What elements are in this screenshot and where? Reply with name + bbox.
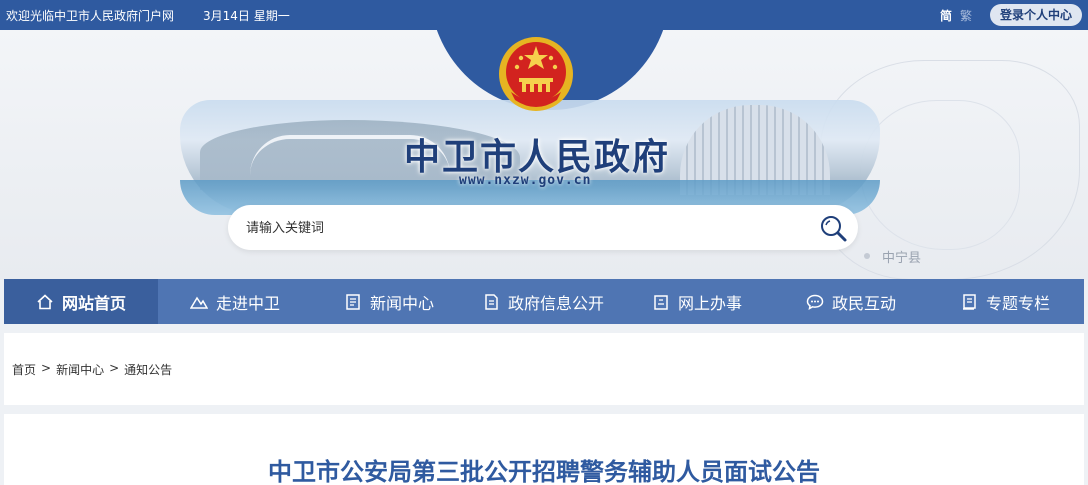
breadcrumb-home-link[interactable]: 首页 (12, 361, 36, 378)
search-box (228, 205, 858, 250)
book-icon (962, 293, 976, 310)
banner: 中宁县 中卫市人民政府 www.nxzw.gov.cn (0, 30, 1088, 280)
breadcrumb-news-link[interactable]: 新闻中心 (56, 361, 104, 378)
date-text: 3月14日 星期一 (203, 9, 290, 23)
nav-item-home[interactable]: 网站首页 (4, 279, 158, 324)
document-icon (485, 293, 498, 310)
nav-item-label: 政府信息公开 (507, 293, 604, 313)
nav-item-online-service[interactable]: 网上办事 (620, 279, 774, 324)
login-button[interactable]: 登录个人中心 (990, 4, 1082, 26)
breadcrumb-container: 首页 > 新闻中心 > 通知公告 (4, 333, 1084, 405)
nav-item-interaction[interactable]: 政民互动 (774, 279, 928, 324)
traditional-chinese-link[interactable]: 繁 (960, 7, 972, 24)
chat-icon (806, 294, 824, 310)
nav-item-news[interactable]: 新闻中心 (312, 279, 466, 324)
search-icon (821, 216, 847, 242)
home-icon (37, 293, 53, 309)
mountain-icon (189, 296, 208, 309)
map-dot (864, 253, 870, 259)
breadcrumb-notice-link[interactable]: 通知公告 (124, 361, 172, 378)
edit-icon (654, 294, 668, 310)
breadcrumb: 首页 > 新闻中心 > 通知公告 (12, 361, 172, 378)
main-nav: 网站首页 走进中卫 新闻中心 政府信息公开 网上办事 政民互动 专题专栏 (4, 279, 1084, 324)
nav-item-label: 网站首页 (61, 293, 126, 313)
map-label: 中宁县 (882, 251, 922, 266)
nav-item-topics[interactable]: 专题专栏 (928, 279, 1082, 324)
national-emblem-icon (497, 34, 575, 114)
site-url: www.nxzw.gov.cn (459, 173, 592, 188)
welcome-text: 欢迎光临中卫市人民政府门户网 (6, 9, 175, 23)
search-button[interactable] (818, 213, 848, 243)
nav-item-label: 新闻中心 (369, 293, 434, 313)
nav-item-label: 政民互动 (831, 293, 896, 313)
breadcrumb-separator: > (109, 361, 120, 375)
nav-item-label: 专题专栏 (985, 293, 1050, 313)
simplified-chinese-link[interactable]: 简 (940, 7, 952, 24)
nav-item-label: 走进中卫 (215, 293, 280, 313)
breadcrumb-separator: > (41, 361, 52, 375)
top-bar: 欢迎光临中卫市人民政府门户网 3月14日 星期一 简 繁 登录个人中心 (0, 0, 1088, 30)
search-input[interactable] (246, 217, 806, 239)
nav-item-gov-info[interactable]: 政府信息公开 (466, 279, 620, 324)
news-icon (346, 293, 360, 310)
article-container: 中卫市公安局第三批公开招聘警务辅助人员面试公告 (4, 414, 1084, 485)
nav-item-label: 网上办事 (677, 293, 742, 313)
article-title: 中卫市公安局第三批公开招聘警务辅助人员面试公告 (268, 458, 820, 485)
nav-item-about[interactable]: 走进中卫 (158, 279, 312, 324)
